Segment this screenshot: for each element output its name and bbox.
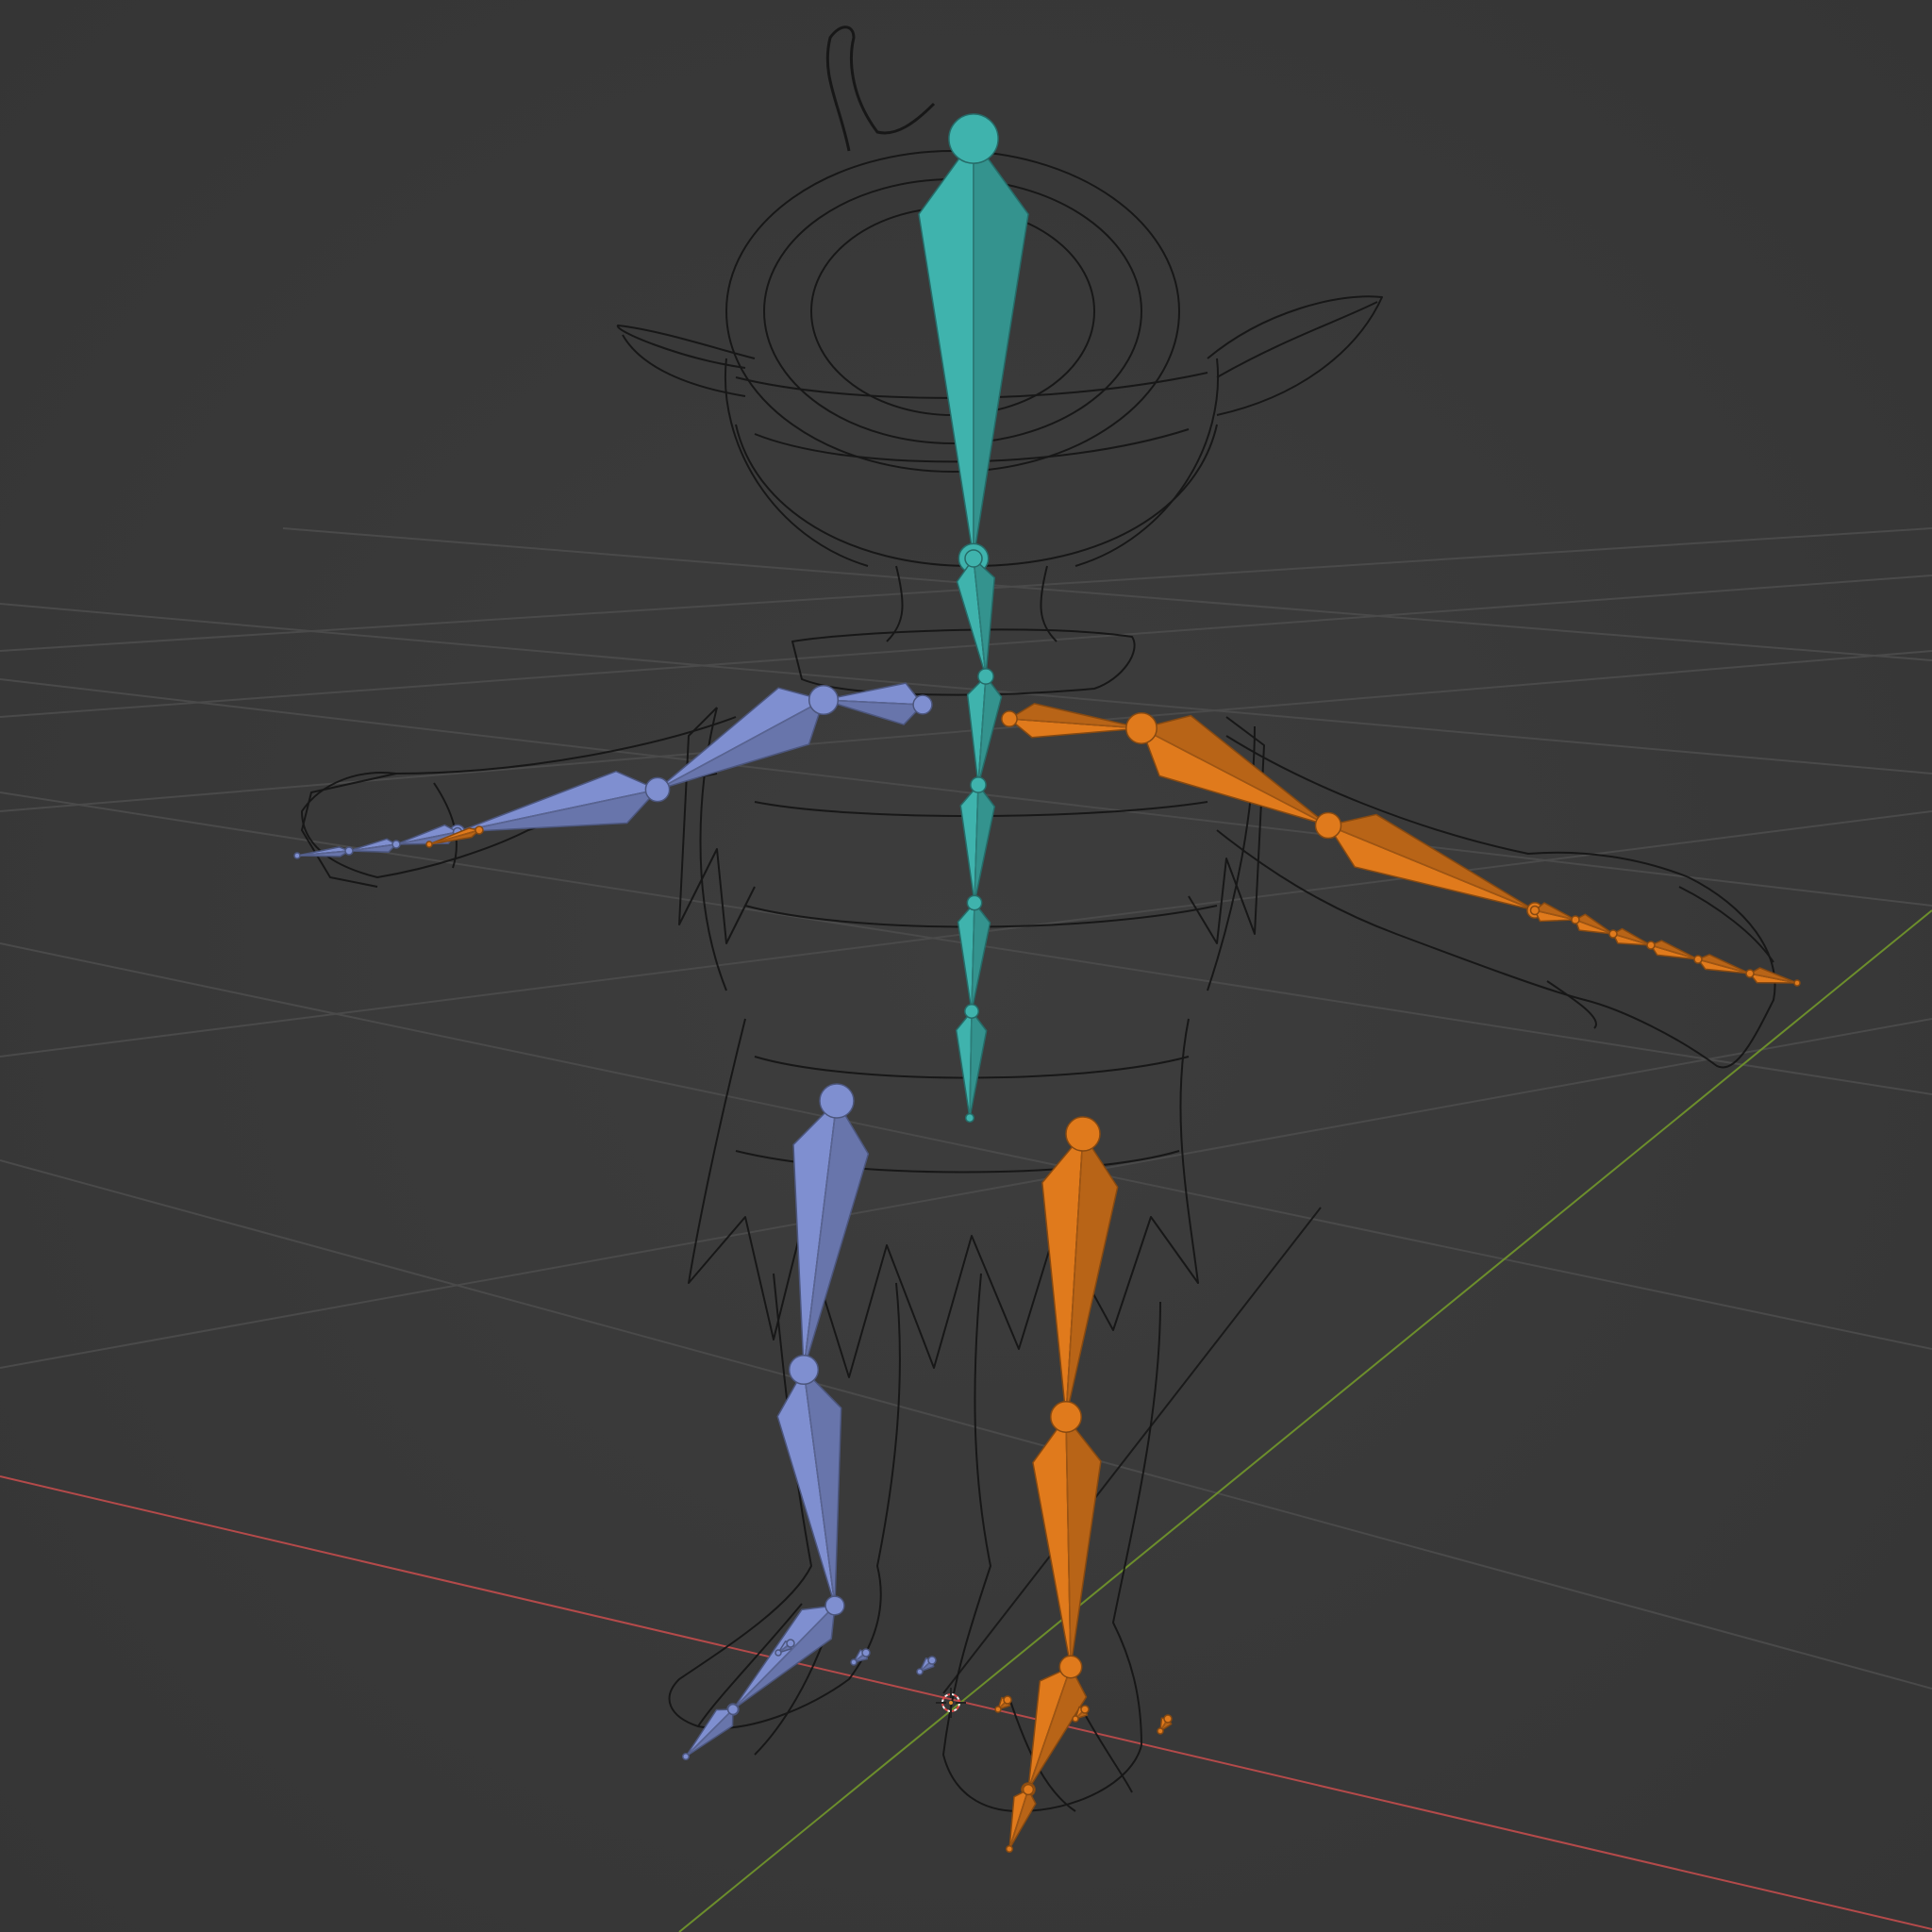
3d-viewport[interactable] [0,0,1932,1932]
viewport-canvas[interactable] [0,0,1932,1932]
